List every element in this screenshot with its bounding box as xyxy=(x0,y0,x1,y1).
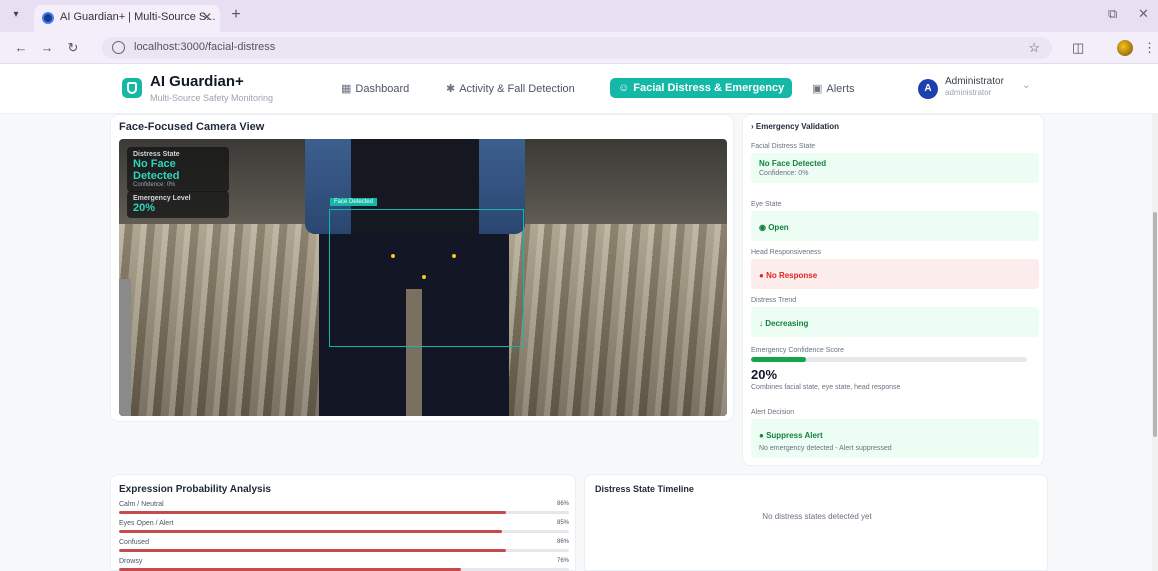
alert-decision-section: Alert Decision ● Suppress Alert No emerg… xyxy=(751,409,1039,458)
emergency-validation-panel: › Emergency Validation Facial Distress S… xyxy=(742,114,1044,466)
expression-probability-card: Expression Probability Analysis Calm / N… xyxy=(110,474,576,571)
expression-label: Confused xyxy=(119,539,149,546)
close-tab-icon[interactable]: ✕ xyxy=(202,10,212,24)
keypoint-marker xyxy=(391,254,395,258)
distress-timeline-card: Distress State Timeline No distress stat… xyxy=(584,474,1048,571)
keypoint-marker xyxy=(452,254,456,258)
nav-dashboard[interactable]: ▦ Dashboard xyxy=(335,79,415,99)
browser-toolbar: ← → ↻ localhost:3000/facial-distress ☆ ◫… xyxy=(0,32,1158,64)
site-info-icon[interactable] xyxy=(112,41,125,54)
shield-logo-icon xyxy=(122,78,142,98)
favicon-icon xyxy=(42,12,54,24)
distress-trend-section: Distress Trend ↓ Decreasing xyxy=(751,297,1039,337)
app-header: AI Guardian+ Multi-Source Safety Monitor… xyxy=(0,64,1158,114)
expression-label: Drowsy xyxy=(119,558,143,565)
camera-feed: Face Detected Distress State No Face Det… xyxy=(119,139,727,416)
expression-label: Calm / Neutral xyxy=(119,501,164,508)
expression-percent: 86% xyxy=(556,501,569,507)
tab-title: AI Guardian+ | Multi-Source S... xyxy=(60,11,216,23)
emergency-level-overlay: Emergency Level 20% xyxy=(127,191,229,218)
brand-name: AI Guardian+ xyxy=(150,73,244,90)
url-text: localhost:3000/facial-distress xyxy=(134,41,276,53)
timeline-title: Distress State Timeline xyxy=(595,484,694,494)
expression-bar-fill xyxy=(119,511,506,514)
facial-distress-state-section: Facial Distress State No Face Detected C… xyxy=(751,143,1039,183)
restore-window-icon[interactable]: ⧉ xyxy=(1108,6,1117,22)
nav-alerts[interactable]: ▣ Alerts xyxy=(806,79,861,99)
scrollbar-thumb[interactable] xyxy=(1153,212,1157,437)
bookmark-star-icon[interactable]: ☆ xyxy=(1028,40,1040,56)
extensions-icon[interactable]: ◫ xyxy=(1072,40,1084,56)
grid-icon: ▦ xyxy=(341,83,352,95)
expression-percent: 85% xyxy=(556,520,569,526)
confidence-progress-fill xyxy=(751,357,807,362)
browser-tab-bar: ▾ AI Guardian+ | Multi-Source S... ✕ + ⧉… xyxy=(0,0,1158,32)
nav-activity-fall-detection[interactable]: ✱ Activity & Fall Detection xyxy=(440,79,581,99)
confidence-score-value: 20% xyxy=(751,367,778,382)
dot-icon: ● xyxy=(759,271,767,280)
confidence-note: Combines facial state, eye state, head r… xyxy=(751,384,901,391)
eye-state-section: Eye State ◉ Open xyxy=(751,201,1039,241)
expression-title: Expression Probability Analysis xyxy=(119,484,271,495)
keypoint-marker xyxy=(422,275,426,279)
dot-icon: ● xyxy=(759,431,767,440)
expression-bar-track xyxy=(119,549,569,552)
confidence-score-section: Emergency Confidence Score 20% Combines … xyxy=(751,347,1039,391)
expression-bar-track xyxy=(119,511,569,514)
face-bounding-box xyxy=(329,209,524,347)
person-walking-icon: ✱ xyxy=(446,83,456,95)
expression-bar-fill xyxy=(119,549,506,552)
chevron-icon[interactable]: › xyxy=(751,122,754,131)
address-bar[interactable]: localhost:3000/facial-distress ☆ xyxy=(102,37,1052,59)
camera-title: Face-Focused Camera View xyxy=(119,121,265,133)
profile-avatar-icon[interactable] xyxy=(1117,40,1133,56)
nav-facial-distress-emergency[interactable]: ☺ Facial Distress & Emergency xyxy=(610,78,793,98)
new-tab-icon[interactable]: + xyxy=(226,6,246,24)
head-responsiveness-section: Head Responsiveness ● No Response xyxy=(751,249,1039,289)
expression-percent: 86% xyxy=(556,539,569,545)
distress-state-overlay: Distress State No Face Detected Confiden… xyxy=(127,147,229,192)
eye-icon: ◉ xyxy=(759,223,769,232)
expression-percent: 76% xyxy=(556,558,569,564)
camera-card: Face-Focused Camera View Face Detected D… xyxy=(110,114,734,422)
back-icon[interactable]: ← xyxy=(12,40,30,55)
user-role: administrator xyxy=(945,88,992,97)
reload-icon[interactable]: ↻ xyxy=(64,40,82,56)
forward-icon[interactable]: → xyxy=(38,40,56,55)
face-icon: ☺ xyxy=(618,82,630,94)
close-window-icon[interactable]: ✕ xyxy=(1138,6,1149,22)
expression-label: Eyes Open / Alert xyxy=(119,520,174,527)
face-box-label: Face Detected xyxy=(330,198,378,206)
expression-bar-fill xyxy=(119,530,502,533)
browser-tab[interactable]: AI Guardian+ | Multi-Source S... ✕ xyxy=(34,5,220,32)
expression-bar-track xyxy=(119,530,569,533)
avatar[interactable]: A xyxy=(918,79,938,99)
tab-list-icon[interactable]: ▾ xyxy=(8,9,24,23)
chevron-down-icon[interactable]: ⌄ xyxy=(1022,80,1030,91)
menu-dots-icon[interactable]: ⋮ xyxy=(1143,40,1156,56)
timeline-empty-state: No distress states detected yet xyxy=(762,512,872,521)
calendar-icon: ▣ xyxy=(812,83,823,95)
confidence-progress-bar xyxy=(751,357,1027,362)
user-name[interactable]: Administrator xyxy=(945,76,1004,87)
brand-subtitle: Multi-Source Safety Monitoring xyxy=(150,93,274,103)
panel-title: › Emergency Validation xyxy=(751,122,840,131)
